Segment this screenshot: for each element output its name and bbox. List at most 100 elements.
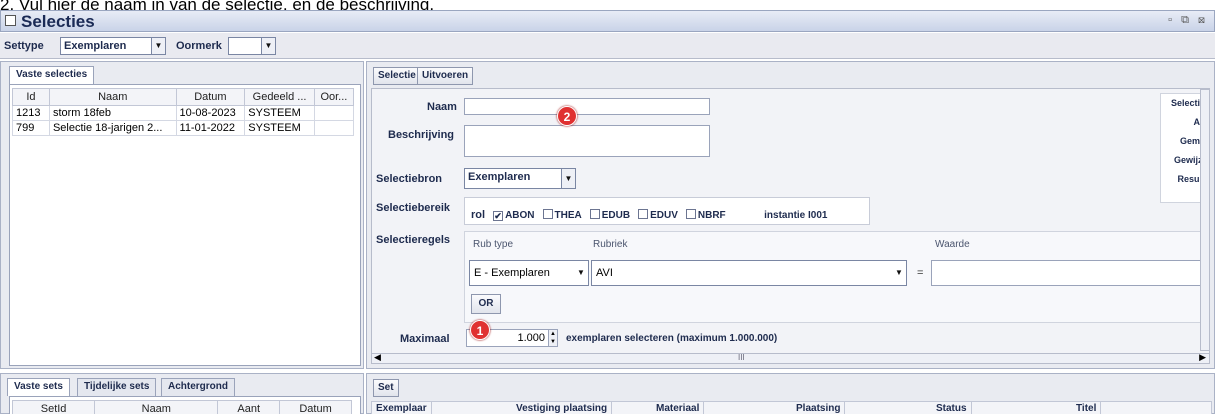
chevron-down-icon[interactable]: ▼	[151, 38, 165, 54]
window-titlebar: Selecties ▫ ⧉ ⊠	[0, 10, 1215, 32]
step-badge-1: 1	[470, 320, 490, 340]
chevron-down-icon[interactable]: ▼	[892, 261, 906, 285]
column-header[interactable]: Vestiging plaatsing	[512, 402, 613, 414]
column-header[interactable]: Datum	[279, 400, 352, 414]
vertical-scrollbar[interactable]	[1200, 89, 1210, 351]
beschrijving-textarea[interactable]	[464, 125, 710, 157]
rol-checkbox-nbrf[interactable]: NBRF	[685, 209, 726, 221]
column-header[interactable]: Titel	[1072, 402, 1102, 414]
rol-name: THEA	[554, 210, 582, 221]
tab-tijdelijke-sets[interactable]: Tijdelijke sets	[77, 378, 157, 396]
naam-input[interactable]	[464, 98, 710, 115]
tab-vaste-sets[interactable]: Vaste sets	[7, 378, 70, 396]
selectiebron-select[interactable]: Exemplaren ▼	[464, 168, 576, 189]
rubtype-select[interactable]: E - Exemplaren ▼	[469, 260, 589, 286]
checkbox-icon[interactable]	[638, 209, 649, 219]
table-cell: SYSTEEM	[244, 120, 315, 136]
selectie-panel: Selectie Uitvoeren Naam Beschrijving Sel…	[366, 61, 1215, 369]
scroll-right-icon[interactable]: ▶	[1199, 352, 1206, 363]
checkbox-icon[interactable]: ✔	[493, 211, 504, 221]
table-cell: storm 18feb	[48, 105, 177, 121]
chevron-down-icon[interactable]: ▼	[561, 169, 575, 188]
table-cell: Selectie 18-jarigen 2...	[48, 120, 177, 136]
column-header[interactable]: Datum	[175, 88, 246, 106]
vaste-selecties-panel: Vaste selecties Id Naam Datum Gedeeld ... Oo…	[0, 61, 364, 369]
maximaal-value: 1.000	[517, 332, 545, 344]
tab-uitvoeren[interactable]: Uitvoeren	[417, 67, 474, 85]
spinner-icon[interactable]: ▲ ▼	[548, 330, 557, 346]
rol-checkbox-edub[interactable]: EDUB	[589, 209, 631, 221]
selectiebron-value: Exemplaren	[468, 171, 531, 183]
tab-achtergrond[interactable]: Achtergrond	[161, 378, 235, 396]
rol-name: NBRF	[697, 210, 726, 221]
column-header[interactable]: Status	[932, 402, 972, 414]
rol-name: ABON	[505, 210, 535, 221]
selectieregels-area: Rub type Rubriek Waarde E - Exemplaren ▼…	[464, 231, 1209, 323]
sets-table-area: SetId Naam Aant Datum	[9, 396, 361, 414]
selectiebereik-label: Selectiebereik	[376, 202, 450, 214]
rubtype-header: Rub type	[473, 239, 514, 250]
column-header[interactable]: Naam	[94, 400, 219, 414]
settype-label: Settype	[4, 40, 44, 52]
selectiebron-label: Selectiebron	[376, 173, 443, 185]
table-cell: 11-01-2022	[175, 120, 246, 136]
column-header[interactable]: SetId	[11, 400, 96, 414]
set-button[interactable]: Set	[373, 379, 399, 397]
rol-checkbox-abon[interactable]: ✔ ABON	[493, 210, 535, 221]
column-header[interactable]: Exemplaar	[372, 402, 432, 414]
rol-list: ✔ ABON THEA EDUB EDUV NBRF	[493, 205, 734, 222]
column-header[interactable]: Plaatsing	[792, 402, 846, 414]
waarde-input[interactable]	[931, 260, 1208, 286]
beschrijving-label: Beschrijving	[388, 129, 455, 141]
rubriek-header: Rubriek	[593, 239, 628, 250]
rol-label: rol	[471, 209, 486, 221]
horizontal-scrollbar[interactable]: ◀ III ▶	[371, 352, 1210, 364]
chevron-down-icon[interactable]: ▼	[261, 38, 275, 54]
column-header[interactable]: Id	[12, 88, 50, 106]
equals-sign: =	[917, 267, 924, 279]
results-header: Exemplaar Vestiging plaatsing Materiaal Pla…	[371, 401, 1212, 414]
table-row[interactable]: 799 Selectie 18-jarigen 2... 11-01-2022 SYS…	[12, 120, 355, 136]
checkbox-icon[interactable]	[542, 209, 553, 219]
table-cell: 10-08-2023	[175, 105, 246, 121]
table-cell: 799	[12, 120, 50, 136]
rol-checkbox-thea[interactable]: THEA	[542, 209, 582, 221]
tab-selectie[interactable]: Selectie	[373, 67, 421, 85]
tab-vaste-selecties[interactable]: Vaste selecties	[9, 66, 95, 84]
window-title: Selecties	[21, 12, 95, 31]
rol-name: EDUV	[650, 210, 678, 221]
window-menu-icon[interactable]	[5, 15, 16, 26]
window-controls-icon[interactable]: ▫ ⧉ ⊠	[1168, 14, 1208, 27]
chevron-down-icon[interactable]: ▼	[574, 261, 588, 285]
table-cell	[313, 105, 355, 121]
column-header[interactable]: Gedeeld ...	[244, 88, 315, 106]
column-header[interactable]: Materiaal	[652, 402, 705, 414]
selectieregels-label: Selectieregels	[376, 234, 450, 246]
rubriek-value: AVI	[596, 267, 613, 279]
rol-checkbox-eduv[interactable]: EDUV	[638, 209, 678, 221]
oormerk-select[interactable]: ▼	[228, 37, 276, 55]
maximaal-suffix: exemplaren selecteren (maximum 1.000.000…	[566, 333, 778, 344]
rol-name: EDUB	[601, 210, 631, 221]
table-row[interactable]: 1213 storm 18feb 10-08-2023 SYSTEEM	[12, 105, 355, 121]
settype-select[interactable]: Exemplaren ▼	[60, 37, 166, 55]
rubriek-select[interactable]: AVI ▼	[591, 260, 907, 286]
selectie-form: Naam Beschrijving Selectiebron Exemplare…	[371, 88, 1210, 358]
selecties-table: Id Naam Datum Gedeeld ... Oor... 1213 storm 1…	[12, 88, 355, 136]
checkbox-icon[interactable]	[685, 209, 696, 219]
selecties-table-area: Id Naam Datum Gedeeld ... Oor... 1213 storm 1…	[9, 84, 361, 366]
set-results-panel: Set Exemplaar Vestiging plaatsing Materiaa…	[366, 373, 1215, 414]
step-badge-2: 2	[557, 106, 577, 126]
checkbox-icon[interactable]	[589, 209, 600, 219]
table-cell	[313, 120, 355, 136]
oormerk-label: Oormerk	[176, 40, 222, 52]
column-header[interactable]: Aant	[217, 400, 281, 414]
settype-value: Exemplaren	[64, 40, 127, 52]
table-cell: 1213	[12, 105, 50, 121]
scroll-thumb[interactable]: III	[738, 353, 745, 362]
scroll-left-icon[interactable]: ◀	[374, 352, 381, 363]
selectiebereik-box: rol ✔ ABON THEA EDUB EDUV NBRF instantie I001	[464, 197, 870, 225]
column-header[interactable]: Oor...	[313, 88, 355, 106]
or-button[interactable]: OR	[471, 294, 501, 314]
column-header[interactable]: Naam	[48, 88, 177, 106]
